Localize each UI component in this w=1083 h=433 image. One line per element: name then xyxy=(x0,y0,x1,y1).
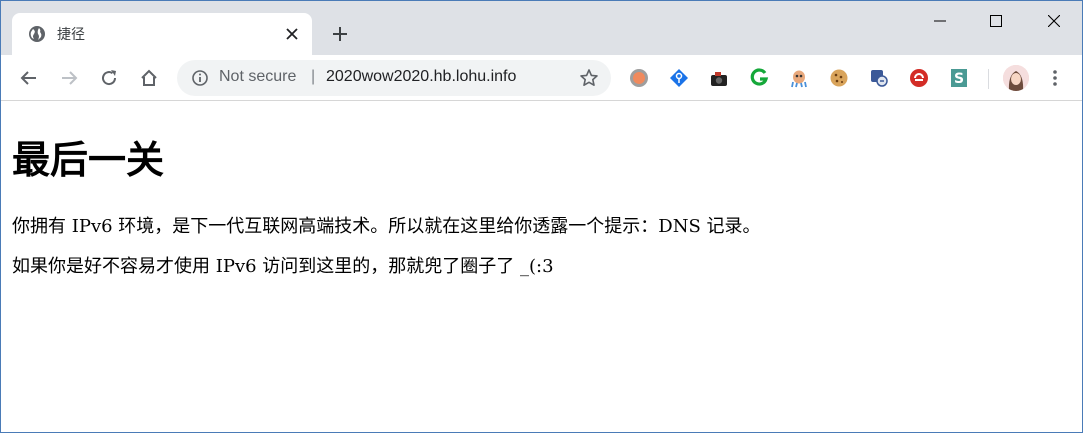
new-tab-icon[interactable] xyxy=(327,21,353,47)
octopus-icon[interactable] xyxy=(788,67,810,89)
globe-icon xyxy=(28,25,46,43)
url-text[interactable]: 2020wow2020.hb.lohu.info xyxy=(326,68,516,86)
info-icon[interactable] xyxy=(191,69,209,87)
reload-icon[interactable] xyxy=(95,64,123,92)
address-bar[interactable]: Not secure | 2020wow2020.hb.lohu.info xyxy=(177,60,611,96)
security-label[interactable]: Not secure xyxy=(219,68,296,86)
scanner-icon[interactable] xyxy=(868,67,890,89)
browser-window: 捷径 Not secure | 2020wow2020.hb.lohu.info… xyxy=(0,0,1083,433)
paragraph-detour: 如果你是好不容易才使用 IPv6 访问到这里的，那就兜了圈子了 _(:3 xyxy=(12,256,554,277)
address-separator: | xyxy=(311,68,316,85)
bookmark-star-icon[interactable] xyxy=(579,68,599,88)
tab-title: 捷径 xyxy=(57,27,85,43)
close-icon[interactable] xyxy=(1025,1,1082,41)
cookie-icon[interactable] xyxy=(828,67,850,89)
menu-dots-icon[interactable] xyxy=(1045,67,1065,89)
tab-strip: 捷径 xyxy=(1,1,1082,55)
page-content: 最后一关 你拥有 IPv6 环境，是下一代互联网高端技术。所以就在这里给你透露一… xyxy=(12,101,1072,279)
toolbar: Not secure | 2020wow2020.hb.lohu.info S xyxy=(1,55,1082,101)
maximize-icon[interactable] xyxy=(967,1,1025,41)
grammarly-icon[interactable] xyxy=(748,67,770,89)
s-icon[interactable]: S xyxy=(948,67,970,89)
forward-arrow-icon[interactable] xyxy=(55,64,83,92)
key-icon[interactable] xyxy=(668,67,690,89)
lastpass-icon[interactable] xyxy=(908,67,930,89)
page-heading: 最后一关 xyxy=(12,137,165,182)
toolbar-divider xyxy=(988,69,989,89)
camera-icon[interactable] xyxy=(708,67,730,89)
svg-text:S: S xyxy=(954,71,964,87)
tab-active[interactable]: 捷径 xyxy=(12,13,312,55)
back-arrow-icon[interactable] xyxy=(15,64,43,92)
avatar[interactable] xyxy=(1003,65,1029,91)
paragraph-ipv6-hint: 你拥有 IPv6 环境，是下一代互联网高端技术。所以就在这里给你透露一个提示：D… xyxy=(12,216,761,237)
home-icon[interactable] xyxy=(135,64,163,92)
record-icon[interactable] xyxy=(628,67,650,89)
minimize-icon[interactable] xyxy=(911,1,969,41)
tab-close-icon[interactable] xyxy=(282,24,302,44)
